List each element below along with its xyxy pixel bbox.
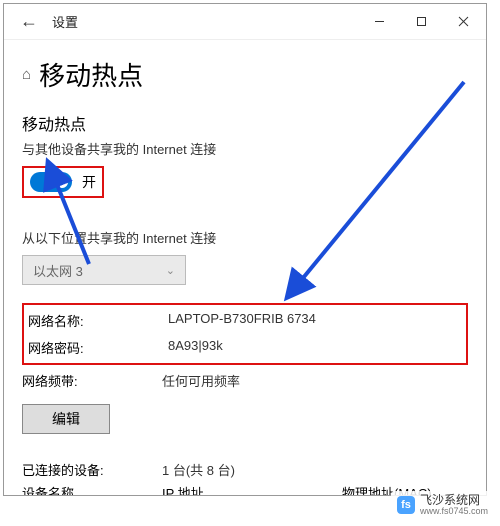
network-name-row: 网络名称: LAPTOP-B730FRIB 6734 xyxy=(28,307,462,334)
hotspot-toggle[interactable] xyxy=(30,172,72,192)
share-from-select[interactable]: 以太网 3 ⌄ xyxy=(22,255,186,285)
network-band-label: 网络频带: xyxy=(22,371,162,390)
network-password-row: 网络密码: 8A93|93k xyxy=(28,334,462,361)
titlebar: ← 设置 xyxy=(4,4,486,40)
toggle-highlight-box: 开 xyxy=(22,166,104,198)
device-col-ip: IP 地址 xyxy=(162,483,342,496)
chevron-down-icon: ⌄ xyxy=(166,264,175,277)
home-icon[interactable]: ⌂ xyxy=(22,66,31,83)
minimize-button[interactable] xyxy=(358,6,400,38)
watermark-logo-icon: fs xyxy=(397,496,415,514)
network-name-value: LAPTOP-B730FRIB 6734 xyxy=(168,311,316,330)
connected-devices-value: 1 台(共 8 台) xyxy=(162,460,235,479)
connected-devices-label: 已连接的设备: xyxy=(22,460,162,479)
hotspot-section-title: 移动热点 xyxy=(22,111,468,135)
share-from-label: 从以下位置共享我的 Internet 连接 xyxy=(22,228,468,247)
window-controls xyxy=(358,6,484,38)
page-title: 移动热点 xyxy=(39,56,143,93)
network-password-value: 8A93|93k xyxy=(168,338,223,357)
back-button[interactable]: ← xyxy=(16,9,42,34)
network-name-label: 网络名称: xyxy=(28,311,168,330)
watermark-url: www.fs0745.com xyxy=(420,507,488,517)
device-col-name: 设备名称 xyxy=(22,483,162,496)
edit-button-label: 编辑 xyxy=(52,409,80,429)
toggle-knob xyxy=(56,176,68,188)
hotspot-toggle-row: 开 xyxy=(30,172,96,192)
page-header: ⌂ 移动热点 xyxy=(22,56,468,93)
maximize-button[interactable] xyxy=(400,6,442,38)
settings-window: ← 设置 ⌂ 移动热点 移动热点 与其他设备共享我的 Internet 连接 xyxy=(3,3,487,496)
hotspot-subtitle: 与其他设备共享我的 Internet 连接 xyxy=(22,139,468,158)
toggle-state-label: 开 xyxy=(82,172,96,192)
close-button[interactable] xyxy=(442,6,484,38)
network-band-value: 任何可用频率 xyxy=(162,371,240,390)
content-area: ⌂ 移动热点 移动热点 与其他设备共享我的 Internet 连接 开 从以下位… xyxy=(4,40,486,496)
network-password-label: 网络密码: xyxy=(28,338,168,357)
connected-devices-row: 已连接的设备: 1 台(共 8 台) xyxy=(22,456,468,483)
watermark-text: 飞沙系统网 www.fs0745.com xyxy=(420,494,488,517)
titlebar-left: ← 设置 xyxy=(6,9,78,34)
watermark: fs 飞沙系统网 www.fs0745.com xyxy=(391,491,494,520)
app-title: 设置 xyxy=(52,12,78,31)
network-band-row: 网络频带: 任何可用频率 xyxy=(22,367,468,394)
share-from-value: 以太网 3 xyxy=(33,261,83,280)
network-info-highlight: 网络名称: LAPTOP-B730FRIB 6734 网络密码: 8A93|93… xyxy=(22,303,468,365)
edit-button[interactable]: 编辑 xyxy=(22,404,110,434)
